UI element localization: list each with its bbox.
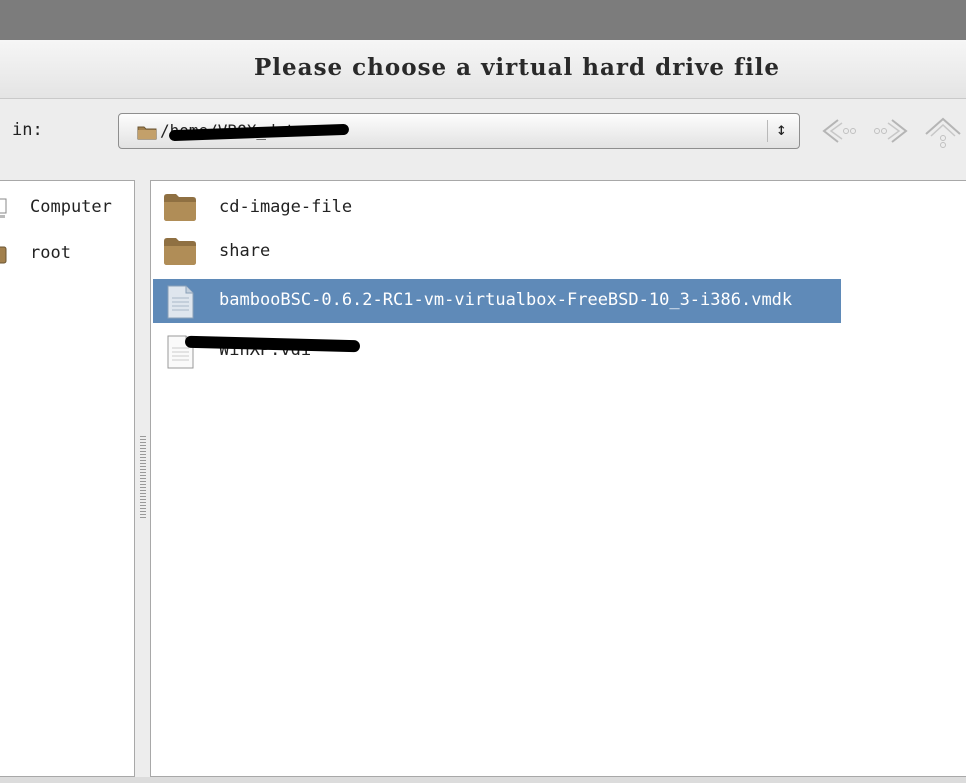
updown-arrow-icon[interactable]: ↕ [776, 119, 787, 141]
home-folder-icon [0, 244, 10, 271]
file-name: cd-image-file [219, 197, 353, 217]
redaction-mark [184, 335, 361, 353]
combo-separator [767, 120, 768, 142]
folder-icon [163, 192, 197, 226]
sidebar-item-label: Computer [30, 197, 112, 217]
back-arrow-icon [822, 119, 856, 143]
forward-arrow-icon [874, 119, 908, 143]
computer-icon [0, 198, 10, 225]
list-item[interactable]: WinXP.vdi [153, 329, 841, 373]
dialog-bottom-edge [0, 777, 966, 783]
dialog-title: Please choose a virtual hard drive file [254, 54, 781, 81]
file-name: bambooBSC-0.6.2-RC1-vm-virtualbox-FreeBS… [219, 290, 793, 310]
window-top-bar [0, 0, 966, 40]
up-button[interactable] [920, 114, 966, 148]
places-sidebar: Computer root [0, 180, 135, 777]
path-combobox[interactable]: /home/VBOX_dat ↕ [118, 113, 800, 149]
sidebar-item-label: root [30, 243, 71, 263]
list-item[interactable]: share [153, 230, 841, 274]
file-name: share [219, 241, 271, 261]
folder-icon [163, 236, 197, 270]
document-icon [163, 285, 197, 323]
look-in-label: in: [12, 120, 43, 140]
up-arrow-icon [925, 117, 961, 148]
folder-icon [137, 124, 157, 144]
forward-button[interactable] [868, 114, 914, 148]
sidebar-item-root[interactable]: root [0, 241, 134, 269]
file-list: cd-image-file share bambooBSC-0.6.2-RC1-… [150, 180, 966, 777]
list-item-selected[interactable]: bambooBSC-0.6.2-RC1-vm-virtualbox-FreeBS… [153, 279, 841, 323]
dialog-title-bar: Please choose a virtual hard drive file [0, 40, 966, 99]
back-button[interactable] [816, 114, 862, 148]
sidebar-item-computer[interactable]: Computer [0, 195, 134, 223]
list-item[interactable]: cd-image-file [153, 186, 841, 230]
pane-splitter-handle[interactable] [140, 436, 146, 518]
